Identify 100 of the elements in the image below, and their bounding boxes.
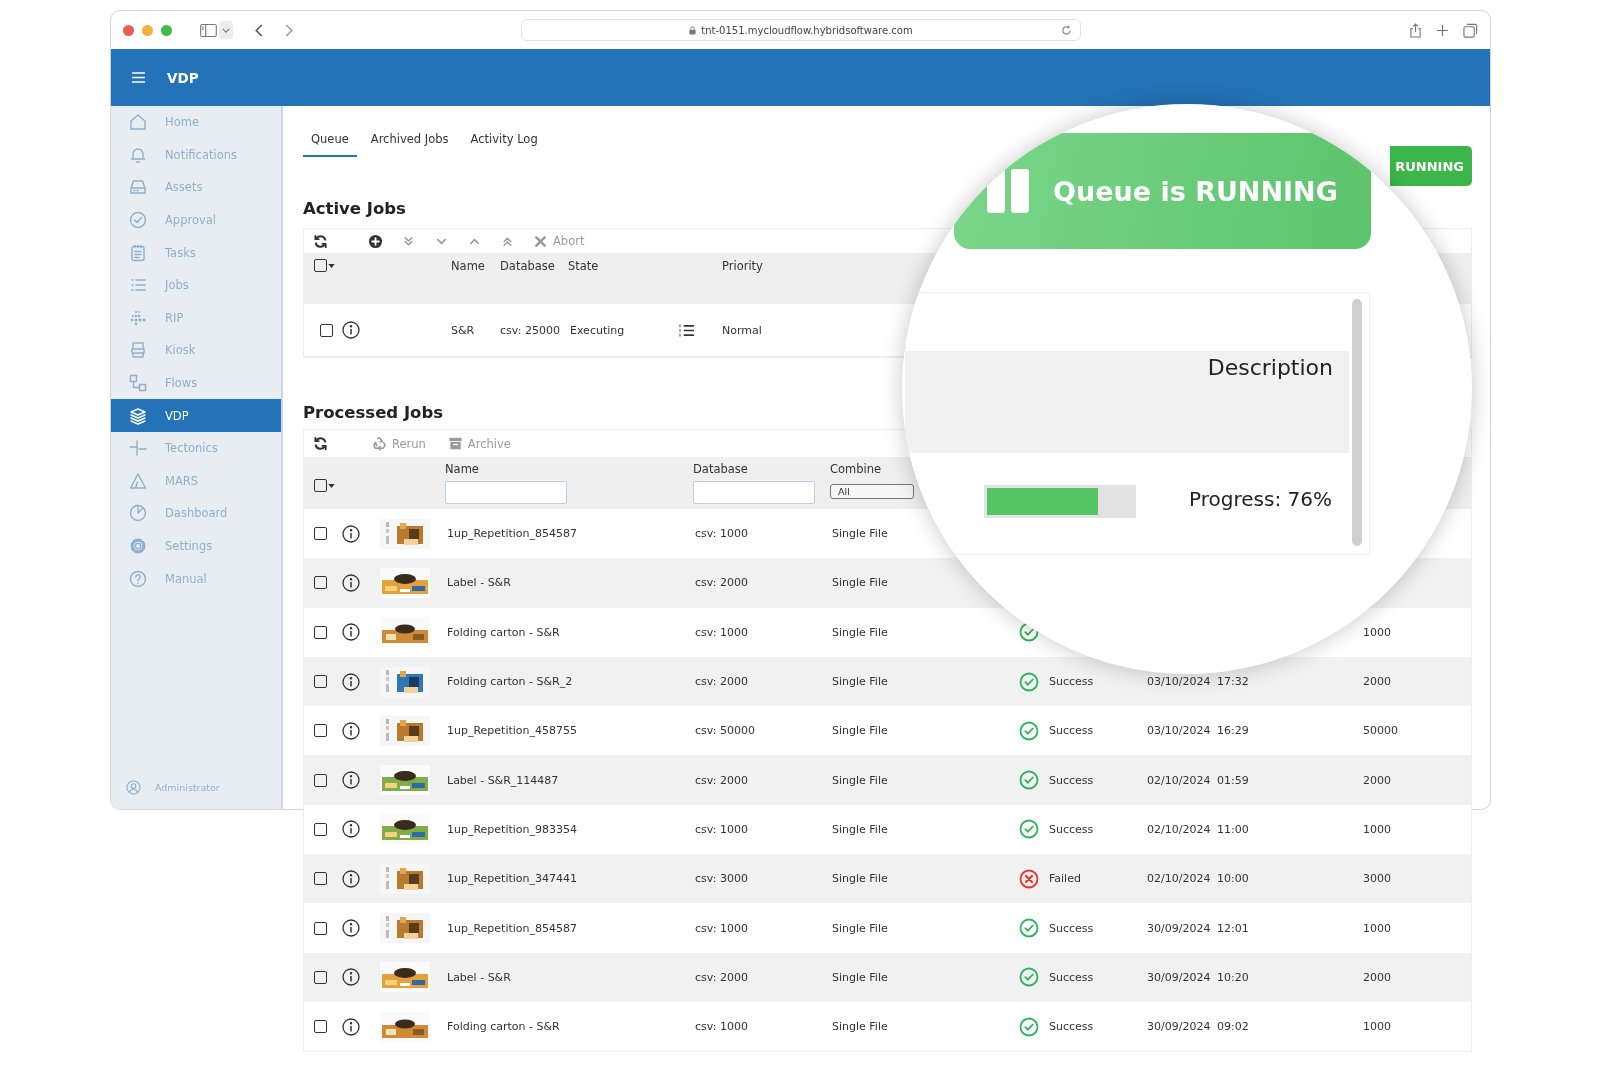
sidebar-item[interactable]: Home	[111, 106, 281, 139]
info-icon[interactable]	[342, 573, 360, 592]
filter-field[interactable]	[693, 481, 815, 504]
sidebar-item[interactable]: Jobs	[111, 268, 281, 302]
forward-icon[interactable]	[285, 23, 293, 37]
table-cell-text: Single File	[832, 921, 889, 935]
column-header[interactable]: State	[568, 259, 599, 273]
table-cell: 2000	[1363, 773, 1391, 787]
table-cell: 1000	[1363, 1020, 1391, 1034]
row-checkbox[interactable]	[314, 921, 327, 935]
numbered-list-icon[interactable]	[679, 323, 694, 337]
table-cell: 3000	[1363, 872, 1391, 886]
reload-icon[interactable]	[1061, 24, 1072, 36]
info-icon[interactable]	[342, 721, 360, 740]
table-cell-text: csv: 2000	[695, 773, 749, 787]
sidebar-item[interactable]: Tasks	[111, 236, 281, 269]
toolbar-icon-button[interactable]	[313, 233, 328, 249]
tabs-overview-icon[interactable]	[1463, 22, 1478, 38]
scrollbar[interactable]	[1352, 299, 1362, 546]
table-cell: Success	[1049, 970, 1094, 984]
sidebar-item[interactable]: VDP	[111, 399, 281, 432]
column-header[interactable]: Database	[500, 259, 555, 273]
table-cell: 30/09/2024	[1147, 1020, 1211, 1034]
row-checkbox[interactable]	[314, 576, 327, 590]
table-row[interactable]: 1up_Repetition_347441 csv: 3000 Single File Failed 02/10/2024 10:00 3000	[304, 854, 1471, 904]
info-icon[interactable]	[342, 771, 360, 790]
info-icon[interactable]	[342, 968, 360, 987]
table-row[interactable]: Label - S&R csv: 2000 Single File Success 30/09/2024 10:20 2000	[304, 952, 1471, 1002]
sidebar-item[interactable]: Settings	[111, 529, 281, 563]
column-header[interactable]: Combine	[830, 462, 882, 476]
sidebar-item[interactable]: Kiosk	[111, 334, 281, 367]
row-checkbox[interactable]	[314, 675, 327, 689]
sidebar-item[interactable]: Notifications	[111, 138, 281, 172]
sidebar-item[interactable]: Assets	[111, 171, 281, 204]
queue-status-button[interactable]: RUNNING	[1390, 146, 1472, 186]
row-checkbox[interactable]	[320, 323, 333, 337]
refresh-icon	[313, 436, 328, 451]
back-icon[interactable]	[255, 23, 263, 37]
address-bar[interactable]: tnt-0151.mycloudflow.hybridsoftware.com	[521, 19, 1081, 41]
table-cell: Normal	[722, 323, 762, 337]
row-checkbox[interactable]	[314, 527, 327, 541]
row-checkbox[interactable]	[314, 872, 327, 886]
row-checkbox[interactable]	[314, 625, 327, 639]
sidebar-item[interactable]: Approval	[111, 203, 281, 237]
column-header[interactable]: Name	[451, 259, 485, 273]
combine-filter-dropdown[interactable]: All	[830, 484, 914, 499]
table-row[interactable]: Folding carton - S&R_2 csv: 2000 Single File Success 03/10/2024 17:32 2000	[304, 656, 1471, 707]
sidebar-item[interactable]: Flows	[111, 366, 281, 400]
table-cell: 2000	[1363, 675, 1391, 689]
section-title: Processed Jobs	[303, 402, 445, 424]
flows-icon	[128, 373, 148, 394]
info-icon[interactable]	[342, 524, 360, 543]
pause-icon	[987, 169, 1031, 213]
table-cell-text: Single File	[832, 773, 889, 787]
table-cell: 01:59	[1217, 773, 1249, 787]
sidebar-item[interactable]: Tectonics	[111, 431, 281, 465]
sidebar-item[interactable]: Dashboard	[111, 497, 281, 530]
info-icon[interactable]	[342, 1017, 360, 1036]
select-all-checkbox[interactable]	[314, 259, 335, 272]
tab[interactable]: Archived Jobs	[362, 128, 457, 157]
table-cell-text: Single File	[832, 1020, 889, 1034]
sidebar-item[interactable]: RIP	[111, 301, 281, 335]
sidebar-item[interactable]: Manual	[111, 562, 281, 595]
toolbar-icon-button[interactable]	[368, 233, 383, 249]
close-icon[interactable]	[123, 24, 134, 36]
pie-icon	[128, 503, 148, 524]
tab[interactable]: Queue	[303, 128, 357, 157]
info-icon[interactable]	[342, 321, 360, 339]
tab[interactable]: Activity Log	[462, 128, 546, 157]
table-cell-text: Folding carton - S&R_2	[447, 675, 574, 689]
row-checkbox[interactable]	[314, 970, 327, 984]
kiosk-icon	[128, 340, 148, 361]
info-icon[interactable]	[342, 869, 360, 888]
row-checkbox[interactable]	[314, 773, 327, 787]
sidebar-item[interactable]: MARS	[111, 464, 281, 498]
dropdown-button[interactable]	[219, 21, 233, 39]
user-icon	[126, 780, 141, 795]
table-cell-text: 1up_Repetition_854587	[447, 527, 579, 541]
plus-icon[interactable]	[1436, 23, 1449, 37]
share-icon[interactable]	[1409, 22, 1422, 38]
table-row[interactable]: Label - S&R_114487 csv: 2000 Single File Success 02/10/2024 01:59 2000	[304, 755, 1471, 805]
info-icon[interactable]	[342, 623, 360, 642]
sidebar-toggle-icon[interactable]	[200, 23, 217, 37]
user-menu[interactable]: Administrator	[111, 780, 281, 795]
filter-field[interactable]	[445, 481, 567, 504]
info-icon[interactable]	[342, 672, 360, 691]
column-header[interactable]: Name	[445, 462, 479, 476]
success-icon	[1019, 918, 1039, 938]
table-cell-text: csv: 1000	[695, 921, 749, 935]
toolbar-icon-button[interactable]	[313, 436, 328, 451]
info-icon[interactable]	[342, 820, 360, 839]
row-checkbox[interactable]	[314, 1020, 327, 1034]
row-checkbox[interactable]	[314, 724, 327, 738]
column-header[interactable]: Priority	[722, 259, 763, 273]
info-icon[interactable]	[342, 919, 360, 937]
success-icon	[1019, 671, 1039, 692]
row-checkbox[interactable]	[314, 822, 327, 836]
app-title: VDP	[167, 69, 199, 86]
column-header[interactable]: Database	[693, 462, 748, 476]
menu-icon[interactable]	[132, 72, 145, 83]
